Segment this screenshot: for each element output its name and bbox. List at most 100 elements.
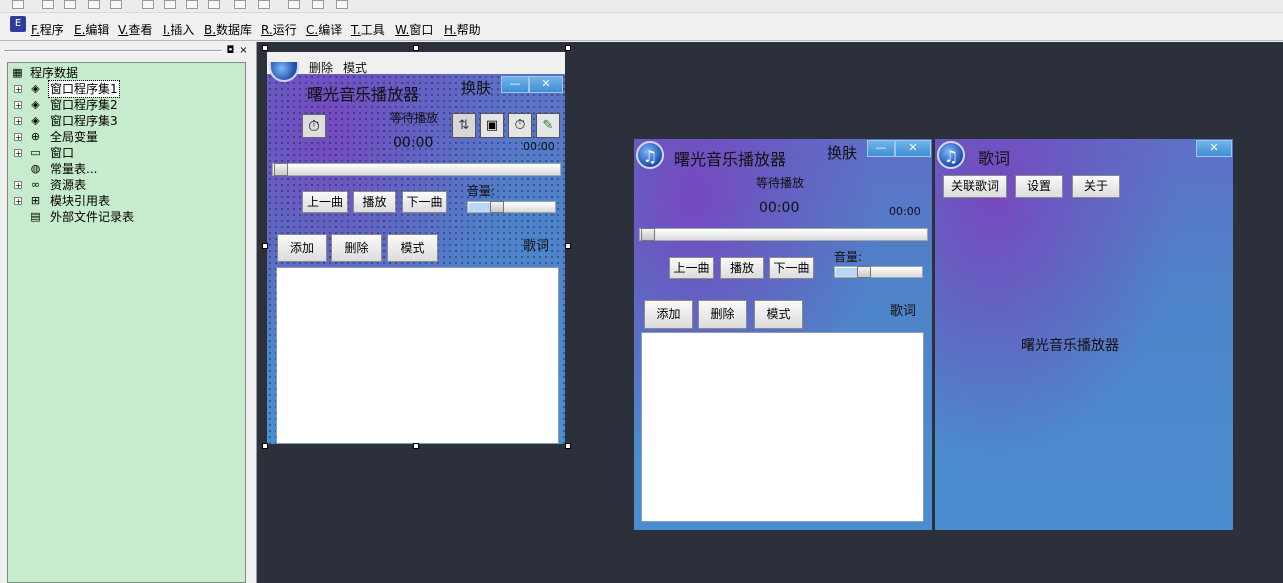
volume-thumb[interactable]: [490, 201, 504, 213]
menu-program-label: 程序: [39, 23, 64, 37]
program-tree[interactable]: ▦ 程序数据 + ◈ 窗口程序集1 + ◈ 窗口程序集2 + ◈ 窗口程序集3 …: [7, 62, 246, 583]
menu-run[interactable]: R.运行: [261, 21, 297, 38]
toolbar-same-width-icon[interactable]: [234, 0, 246, 9]
toolbar-lock-icon[interactable]: [312, 0, 324, 9]
toolbar-grid-icon[interactable]: [336, 0, 348, 9]
designer-skin-button[interactable]: 换肤: [461, 77, 491, 98]
preview-close-button[interactable]: ✕: [895, 140, 931, 157]
progress-thumb[interactable]: [641, 228, 655, 241]
resize-handle-n[interactable]: [413, 45, 419, 51]
toolbar-center-v-icon[interactable]: [164, 0, 176, 9]
about-button[interactable]: 关于: [1072, 175, 1120, 198]
preview-play-button[interactable]: 播放: [720, 257, 764, 279]
designer-progress-slider[interactable]: [272, 163, 561, 176]
resize-handle-w[interactable]: [262, 243, 268, 249]
progress-thumb[interactable]: [274, 163, 288, 176]
preview-progress-slider[interactable]: [639, 228, 928, 241]
designer-prev-button[interactable]: 上一曲: [302, 191, 348, 213]
menu-help[interactable]: H.帮助: [444, 21, 481, 38]
expand-icon[interactable]: +: [14, 197, 22, 206]
panel-pin-button[interactable]: ◘: [225, 45, 236, 56]
menu-window[interactable]: W.窗口: [395, 21, 433, 38]
volume-fill: [836, 268, 858, 276]
settings-button[interactable]: 设置: [1015, 175, 1063, 198]
menu-window-key: W.: [395, 23, 410, 37]
resize-handle-se[interactable]: [565, 443, 571, 449]
menu-database-key: B.: [204, 23, 217, 37]
toolbar-center-h-icon[interactable]: [142, 0, 154, 9]
preview-status: 等待播放: [756, 176, 805, 190]
designer-volume-slider[interactable]: [467, 201, 556, 213]
toolbar-align-right-icon[interactable]: [64, 0, 76, 9]
toolbar-same-height-icon[interactable]: [258, 0, 270, 9]
designer-playlist[interactable]: [276, 267, 559, 444]
link-lyrics-button[interactable]: 关联歌词: [943, 175, 1007, 198]
tree-item-label: 窗口程序集2: [50, 98, 118, 112]
preview-mode-button[interactable]: 模式: [754, 300, 803, 329]
designer-delete-button[interactable]: 删除: [331, 234, 382, 262]
expand-icon[interactable]: +: [14, 117, 22, 126]
panel-grip[interactable]: [4, 50, 222, 52]
expand-icon[interactable]: +: [14, 181, 22, 190]
tree-item-label: 窗口程序集1: [48, 80, 120, 98]
lyrics-title: 歌词: [978, 149, 1011, 168]
preview-skin-button[interactable]: 换肤: [827, 142, 857, 163]
menu-tools-key: T.: [351, 23, 361, 37]
toolbar-form-icon[interactable]: [12, 0, 24, 9]
window-icon: ▭: [30, 146, 41, 159]
preview-add-button[interactable]: 添加: [644, 300, 693, 329]
layers-icon: ◈: [31, 98, 40, 111]
designer-mode-button[interactable]: 模式: [387, 234, 438, 262]
lyrics-close-button[interactable]: ✕: [1196, 140, 1232, 157]
panel-close-button[interactable]: ×: [238, 45, 249, 56]
resource-icon: ∞: [30, 178, 41, 191]
component-timer-icon[interactable]: ⏱: [508, 113, 532, 138]
menu-tools[interactable]: T.工具: [351, 21, 385, 38]
preview-volume-slider[interactable]: [834, 266, 923, 278]
toolbar-align-left-icon[interactable]: [42, 0, 54, 9]
designer-close-button[interactable]: ✕: [529, 76, 563, 93]
toolbar-space-v-icon[interactable]: [208, 0, 220, 9]
preview-playlist[interactable]: [641, 332, 924, 522]
designer-minimize-button[interactable]: —: [501, 76, 529, 93]
menu-view-key: V.: [118, 23, 129, 37]
preview-prev-button[interactable]: 上一曲: [669, 257, 714, 279]
menu-database[interactable]: B.数据库: [204, 21, 252, 38]
layers-icon: ◈: [31, 114, 40, 127]
toolbar-align-bottom-icon[interactable]: [110, 0, 122, 9]
toolbar-same-size-icon[interactable]: [288, 0, 300, 9]
expand-icon[interactable]: +: [14, 101, 22, 110]
menu-edit[interactable]: E.编辑: [74, 21, 109, 38]
menu-compile[interactable]: C.编译: [306, 21, 342, 38]
expand-icon[interactable]: +: [14, 149, 22, 158]
preview-next-button[interactable]: 下一曲: [769, 257, 814, 279]
resize-handle-nw[interactable]: [262, 45, 268, 51]
menu-program[interactable]: F.程序: [31, 21, 64, 38]
component-icon-1[interactable]: ⇅: [452, 113, 476, 138]
designer-add-button[interactable]: 添加: [277, 234, 327, 262]
menu-tools-label: 工具: [360, 23, 385, 37]
expand-icon[interactable]: +: [14, 133, 22, 142]
menu-window-label: 窗口: [409, 23, 434, 37]
designer-time: 00:00: [393, 135, 434, 151]
preview-delete-button[interactable]: 删除: [698, 300, 747, 329]
menu-view[interactable]: V.查看: [118, 21, 153, 38]
designer-play-button[interactable]: 播放: [353, 191, 396, 213]
preview-title: 曙光音乐播放器: [674, 150, 787, 169]
resize-handle-s[interactable]: [413, 443, 419, 449]
resize-handle-ne[interactable]: [565, 45, 571, 51]
resize-handle-e[interactable]: [565, 243, 571, 249]
component-icon-2[interactable]: ▣: [480, 113, 504, 138]
resize-handle-sw[interactable]: [262, 443, 268, 449]
preview-minimize-button[interactable]: —: [867, 140, 895, 157]
designer-time-small: 00:00: [523, 140, 555, 153]
designer-next-button[interactable]: 下一曲: [402, 191, 447, 213]
expand-icon[interactable]: +: [14, 85, 22, 94]
menu-insert[interactable]: I.插入: [163, 21, 194, 38]
designer-menubar: 添加 删除 模式: [267, 52, 565, 75]
component-edit-icon[interactable]: ✎: [536, 113, 560, 138]
volume-thumb[interactable]: [857, 266, 871, 278]
timer-icon[interactable]: ⏱: [302, 114, 326, 138]
toolbar-space-h-icon[interactable]: [186, 0, 198, 9]
toolbar-align-top-icon[interactable]: [88, 0, 100, 9]
